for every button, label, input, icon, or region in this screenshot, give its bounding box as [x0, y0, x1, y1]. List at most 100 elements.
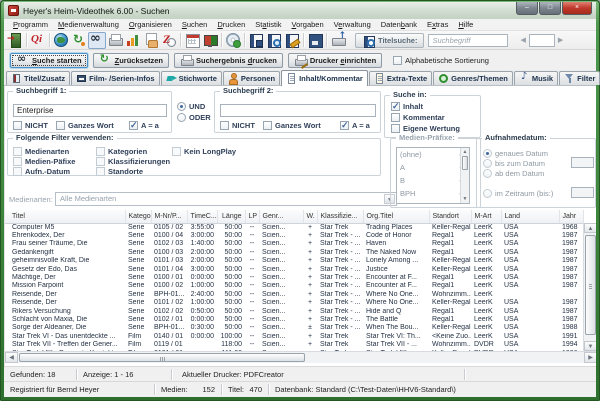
- scroll-left-icon[interactable]: ◀: [5, 352, 18, 363]
- scroll-down-icon[interactable]: ▼: [461, 196, 469, 202]
- tab-filter[interactable]: Filter: [559, 71, 600, 85]
- menu-item-statistik[interactable]: Statistik: [250, 20, 286, 29]
- menu-item-extras[interactable]: Extras: [422, 20, 453, 29]
- checkbox-nicht[interactable]: NICHT: [220, 121, 255, 130]
- suchbegriff2-input[interactable]: [220, 104, 376, 117]
- table-row[interactable]: Star Trek VI - Das unentdeckte ...Film01…: [5, 333, 583, 341]
- calendar-button[interactable]: [183, 32, 201, 49]
- zurücksetzen-button[interactable]: Zurücksetzen: [93, 53, 169, 68]
- scrollbar-thumb[interactable]: [19, 353, 305, 362]
- tab-titel-zusatz[interactable]: Titel/Zusatz: [6, 71, 70, 85]
- search-binoculars-button[interactable]: [88, 32, 106, 49]
- list-item-b[interactable]: B✓: [397, 174, 469, 187]
- book-search-button[interactable]: [265, 32, 283, 49]
- tab-musik[interactable]: Musik: [514, 71, 558, 85]
- menu-item-organisieren[interactable]: Organisieren: [124, 20, 177, 29]
- checkbox-a-a[interactable]: A = a: [340, 121, 370, 130]
- checkbox-standorte[interactable]: Standorte: [96, 167, 143, 176]
- checkbox-nicht[interactable]: NICHT: [13, 121, 48, 130]
- drucker-einrichten-button[interactable]: Drucker einrichten: [288, 53, 382, 68]
- tab-stichworte[interactable]: Stichworte: [161, 71, 222, 85]
- column-header-lp[interactable]: LP: [245, 210, 259, 223]
- column-header-w[interactable]: W.: [303, 210, 317, 223]
- column-header-kategorie[interactable]: Kategorie: [125, 210, 151, 223]
- column-header-standort[interactable]: Standort: [429, 210, 471, 223]
- column-header-jahr[interactable]: Jahr: [559, 210, 583, 223]
- scroll-up-icon[interactable]: ▲: [461, 149, 469, 155]
- menu-item-suchen[interactable]: Suchen: [177, 20, 212, 29]
- cd-button[interactable]: [224, 32, 242, 49]
- tab-inhalt-kommentar[interactable]: Inhalt/Kommentar: [281, 70, 368, 86]
- menu-item-drucken[interactable]: Drucken: [212, 20, 250, 29]
- table-row[interactable]: Schlacht von Maxia, DieSerie0102 / 010:0…: [5, 316, 583, 324]
- column-header-länge[interactable]: Länge: [217, 210, 245, 223]
- checkbox-kategorien[interactable]: Kategorien: [96, 147, 147, 156]
- radio-und[interactable]: UND: [177, 102, 205, 111]
- checkbox-inhalt[interactable]: Inhalt: [391, 102, 423, 111]
- nav-next-icon[interactable]: ▶: [558, 36, 563, 44]
- date-input[interactable]: [571, 157, 594, 168]
- list-item-bph[interactable]: BPH✓: [397, 187, 469, 200]
- praefixe-scrollbar[interactable]: ▲ ▼: [460, 148, 469, 203]
- column-header-klassifizie[interactable]: Klassifizie...: [317, 210, 363, 223]
- tv-button[interactable]: [201, 32, 219, 49]
- scroll-up-icon[interactable]: ▲: [584, 223, 596, 233]
- menu-item-verwaltung[interactable]: Verwaltung: [329, 20, 376, 29]
- nav-position-input[interactable]: [529, 34, 555, 47]
- book-save-button[interactable]: [247, 32, 265, 49]
- table-row[interactable]: GedankengiftSerie0100 / 032:00:0050:00--…: [5, 249, 583, 257]
- column-header-titel[interactable]: Titel: [5, 210, 125, 223]
- close-button[interactable]: ×: [562, 2, 592, 15]
- table-row[interactable]: Frau seiner Träume, DieSerie0102 / 031:4…: [5, 240, 583, 248]
- checkbox-eigene-wertung[interactable]: Eigene Wertung: [391, 124, 460, 133]
- suchbegriff1-input[interactable]: [13, 104, 167, 117]
- table-row[interactable]: Star Trek VII - Treffen der Gener...Film…: [5, 341, 583, 349]
- checkbox-kein-longplay[interactable]: Kein LongPlay: [172, 147, 236, 156]
- book-edit-button[interactable]: [283, 32, 301, 49]
- radio-im-zeitraum-bis[interactable]: im Zeitraum (bis:): [483, 189, 553, 198]
- disk-button[interactable]: [306, 32, 324, 49]
- vertical-scrollbar[interactable]: ▲ ▼: [583, 223, 596, 351]
- tab-extra-texte[interactable]: Extra-Texte: [369, 71, 432, 85]
- checkbox-medienarten[interactable]: Medienarten: [13, 147, 69, 156]
- radio-bis-zum-datum[interactable]: bis zum Datum: [483, 159, 545, 168]
- checkbox-ganzes-wort[interactable]: Ganzes Wort: [56, 121, 114, 130]
- minimize-button[interactable]: –: [516, 2, 538, 15]
- list-item-a[interactable]: A✓: [397, 161, 469, 174]
- tab-personen[interactable]: Personen: [223, 71, 280, 85]
- checkbox-a-a[interactable]: A = a: [129, 121, 159, 130]
- z-plan-button[interactable]: [160, 32, 178, 49]
- statistics-button[interactable]: [124, 32, 142, 49]
- table-row[interactable]: Reisende, DerSerie0101 / 021:00:0050:00-…: [5, 299, 583, 307]
- table-row[interactable]: Gesetz der Edo, DasSerie0101 / 043:00:00…: [5, 266, 583, 274]
- date-input[interactable]: [571, 187, 594, 198]
- exit-door-button[interactable]: [6, 32, 24, 49]
- table-row[interactable]: Ehrenkodex, DerSerie0100 / 043:00:0050:0…: [5, 232, 583, 240]
- medienarten-combobox[interactable]: Alle Medienarten ▼: [55, 192, 397, 206]
- nav-prev-icon[interactable]: ◀: [520, 36, 525, 44]
- column-header-m-nr-p[interactable]: M-Nr/P...: [151, 210, 187, 223]
- titelsuche-button[interactable]: Titelsuche:: [355, 33, 424, 48]
- table-row[interactable]: geheimnisvolle Kraft, DieSerie0101 / 032…: [5, 257, 583, 265]
- radio-ab-dem-datum[interactable]: ab dem Datum: [483, 169, 544, 178]
- horizontal-scrollbar[interactable]: ◀ ▶: [5, 351, 596, 363]
- globe-button[interactable]: [52, 32, 70, 49]
- column-header-org-titel[interactable]: Org.Titel: [363, 210, 429, 223]
- scrollbar-thumb[interactable]: [585, 235, 596, 335]
- column-header-land[interactable]: Land: [501, 210, 559, 223]
- suche-starten-button[interactable]: Suche starten: [10, 53, 88, 68]
- menu-item-hilfe[interactable]: Hilfe: [453, 20, 478, 29]
- table-row[interactable]: Sorge der Aldeaner, DieSerieBPH-01...0:3…: [5, 324, 583, 332]
- tab-film-serien-infos[interactable]: Film- /Serien-Infos: [71, 71, 159, 85]
- table-row[interactable]: Mission FarpointSerie0100 / 021:00:0050:…: [5, 282, 583, 290]
- titelsuche-input[interactable]: [428, 34, 508, 47]
- alphabetical-sort-checkbox[interactable]: Alphabetische Sortierung: [393, 56, 489, 65]
- tab-genres-themen[interactable]: Genres/Themen: [433, 71, 513, 85]
- menu-item-vorgaben[interactable]: Vorgaben: [287, 20, 329, 29]
- menu-item-datenbank[interactable]: Datenbank: [376, 20, 422, 29]
- checkbox-kommentar[interactable]: Kommentar: [391, 113, 445, 122]
- print-export-button[interactable]: [329, 32, 347, 49]
- refresh-button[interactable]: [70, 32, 88, 49]
- checkbox-klassifizierungen[interactable]: Klassifizierungen: [96, 157, 170, 166]
- hand-page-button[interactable]: [142, 32, 160, 49]
